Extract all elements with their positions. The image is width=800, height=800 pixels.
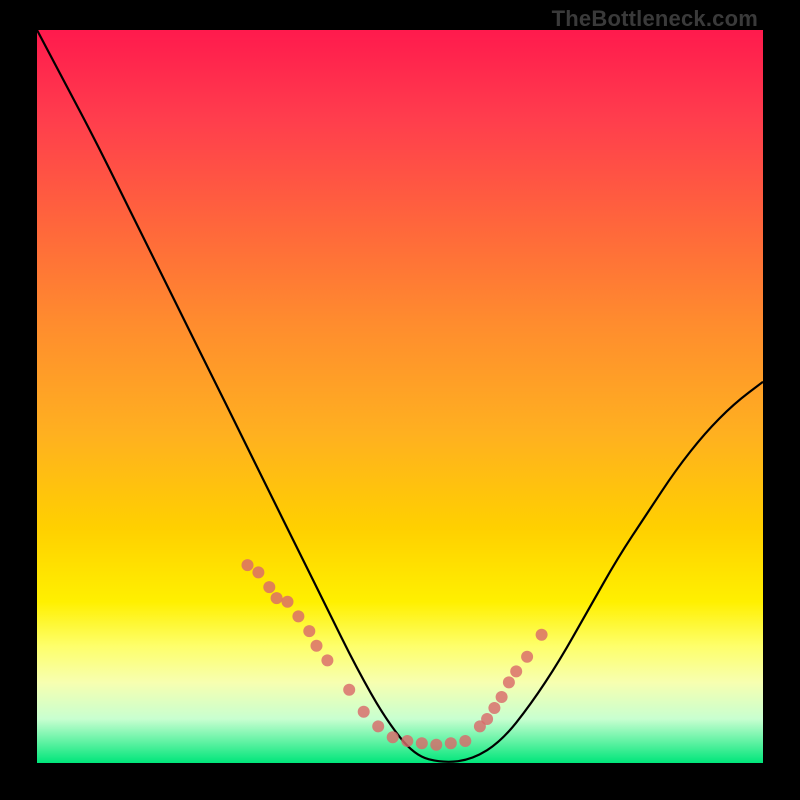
- marker-point: [510, 665, 522, 677]
- marker-point: [416, 737, 428, 749]
- marker-point: [536, 629, 548, 641]
- marker-point: [252, 566, 264, 578]
- marker-point: [521, 651, 533, 663]
- marker-point: [459, 735, 471, 747]
- marker-point: [343, 684, 355, 696]
- marker-point: [271, 592, 283, 604]
- chart-frame: TheBottleneck.com: [0, 0, 800, 800]
- marker-point: [303, 625, 315, 637]
- marker-point: [401, 735, 413, 747]
- marker-point: [263, 581, 275, 593]
- marker-point: [282, 596, 294, 608]
- curve-line: [37, 30, 763, 762]
- marker-point: [372, 720, 384, 732]
- marker-point: [496, 691, 508, 703]
- marker-point: [445, 737, 457, 749]
- chart-svg: [37, 30, 763, 763]
- plot-area: [37, 30, 763, 763]
- marker-point: [430, 739, 442, 751]
- marker-group: [242, 559, 548, 751]
- marker-point: [488, 702, 500, 714]
- watermark-label: TheBottleneck.com: [552, 6, 758, 32]
- marker-point: [311, 640, 323, 652]
- marker-point: [242, 559, 254, 571]
- marker-point: [481, 713, 493, 725]
- marker-point: [503, 676, 515, 688]
- marker-point: [292, 610, 304, 622]
- marker-point: [321, 654, 333, 666]
- marker-point: [387, 731, 399, 743]
- marker-point: [358, 706, 370, 718]
